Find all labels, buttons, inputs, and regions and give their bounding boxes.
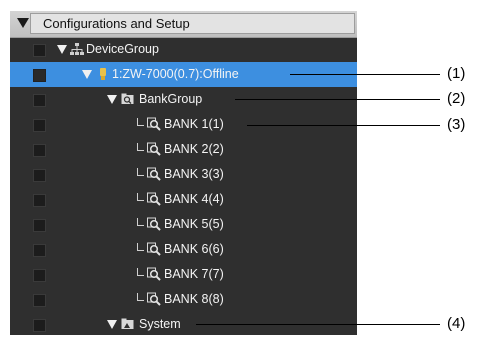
magnifier-icon	[147, 167, 161, 181]
callout-number-1: (1)	[447, 65, 466, 82]
device-group-label: DeviceGroup	[86, 42, 159, 56]
tree-connector	[137, 193, 144, 201]
bank-label: BANK 6(6)	[164, 242, 224, 256]
device-label: 1:ZW-7000(0.7):Offline	[112, 67, 239, 81]
callout-line-1	[290, 74, 440, 75]
node-checkbox[interactable]	[33, 94, 46, 107]
bank-group-label: BankGroup	[139, 92, 203, 106]
expand-triangle-icon[interactable]	[107, 95, 117, 104]
tree-header[interactable]: Configurations and Setup	[10, 11, 357, 38]
expand-triangle-icon[interactable]	[17, 18, 29, 28]
tree-node-device-group[interactable]: DeviceGroup	[10, 37, 357, 62]
callout-line-2	[235, 99, 440, 100]
bank-label: BANK 8(8)	[164, 292, 224, 306]
magnifier-icon	[147, 242, 161, 256]
header-title: Configurations and Setup	[43, 16, 190, 31]
magnifier-icon	[147, 292, 161, 306]
sensor-device-icon	[100, 68, 106, 80]
callout-number-3: (3)	[447, 116, 466, 133]
bank-label: BANK 4(4)	[164, 192, 224, 206]
tree-connector	[137, 118, 144, 126]
bank-label: BANK 5(5)	[164, 217, 224, 231]
node-checkbox[interactable]	[33, 169, 46, 182]
node-checkbox[interactable]	[33, 119, 46, 132]
node-checkbox[interactable]	[33, 144, 46, 157]
tree-node-bank-6[interactable]: BANK 6(6)	[10, 237, 357, 262]
tree-node-bank-7[interactable]: BANK 7(7)	[10, 262, 357, 287]
magnifier-icon	[147, 117, 161, 131]
node-checkbox[interactable]	[33, 294, 46, 307]
tree-connector	[137, 218, 144, 226]
system-label: System	[139, 317, 181, 331]
bank-label: BANK 1(1)	[164, 117, 224, 131]
node-checkbox[interactable]	[33, 269, 46, 282]
node-checkbox[interactable]	[33, 319, 46, 332]
node-checkbox[interactable]	[33, 194, 46, 207]
node-checkbox[interactable]	[33, 244, 46, 257]
magnifier-icon	[147, 217, 161, 231]
node-checkbox[interactable]	[33, 44, 46, 57]
folder-icon	[121, 318, 134, 329]
magnifier-icon	[147, 142, 161, 156]
tree-node-bank-3[interactable]: BANK 3(3)	[10, 162, 357, 187]
tree-panel: Configurations and Setup DeviceGroup 1:Z…	[10, 11, 357, 335]
tree-node-bank-8[interactable]: BANK 8(8)	[10, 287, 357, 312]
network-icon	[70, 43, 84, 55]
tree-connector	[137, 293, 144, 301]
expand-triangle-icon[interactable]	[82, 70, 92, 79]
tree-node-bank-5[interactable]: BANK 5(5)	[10, 212, 357, 237]
tree-connector	[137, 168, 144, 176]
callout-number-4: (4)	[447, 315, 466, 332]
tree-connector	[137, 243, 144, 251]
callout-number-2: (2)	[447, 90, 466, 107]
expand-triangle-icon[interactable]	[57, 45, 67, 54]
magnifier-icon	[147, 267, 161, 281]
node-checkbox[interactable]	[33, 219, 46, 232]
folder-search-icon	[121, 93, 134, 104]
bank-label: BANK 7(7)	[164, 267, 224, 281]
callout-line-3	[247, 125, 440, 126]
bank-label: BANK 2(2)	[164, 142, 224, 156]
tree-connector	[137, 268, 144, 276]
expand-triangle-icon[interactable]	[107, 320, 117, 329]
magnifier-icon	[147, 192, 161, 206]
node-checkbox[interactable]	[33, 69, 46, 82]
tree-connector	[137, 143, 144, 151]
tree-node-bank-4[interactable]: BANK 4(4)	[10, 187, 357, 212]
tree-node-bank-2[interactable]: BANK 2(2)	[10, 137, 357, 162]
bank-label: BANK 3(3)	[164, 167, 224, 181]
callout-line-4	[196, 324, 440, 325]
